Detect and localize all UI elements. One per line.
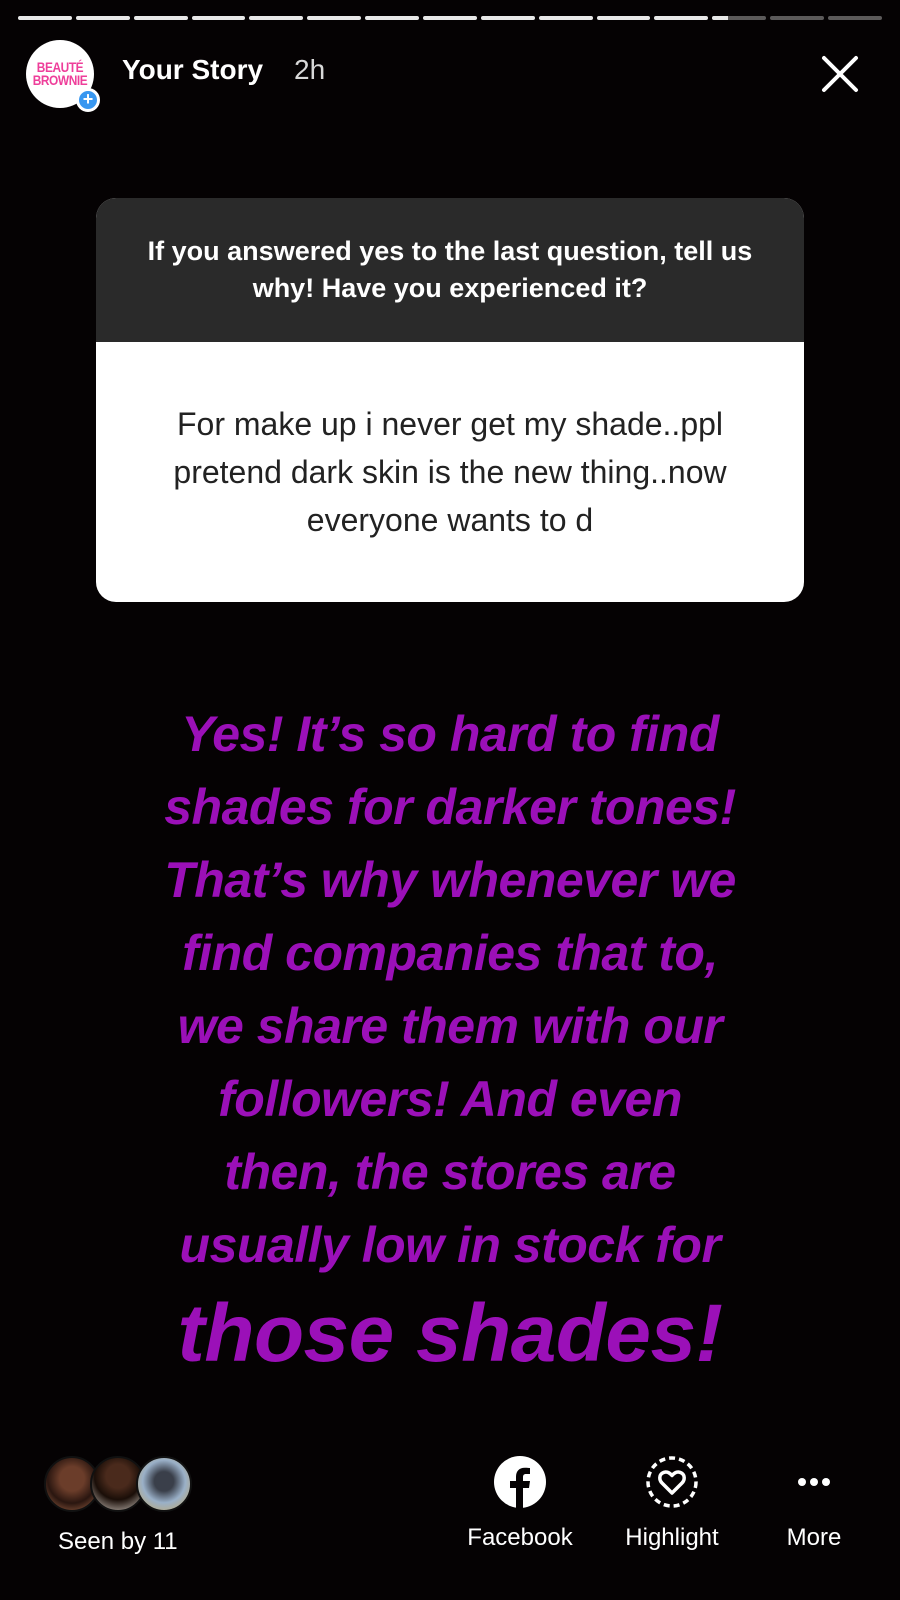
story-footer: Seen by 11 Facebook Highlight More	[0, 1450, 900, 1570]
reply-line: followers! And even	[218, 1071, 682, 1127]
progress-segment-fill	[75, 16, 130, 20]
progress-segment-fill	[480, 16, 535, 20]
progress-segment	[133, 16, 188, 20]
question-response-card: If you answered yes to the last question…	[96, 198, 804, 602]
facebook-label: Facebook	[467, 1524, 573, 1551]
add-story-icon[interactable]: +	[76, 88, 100, 112]
reply-line: we share them with our	[177, 998, 723, 1054]
facebook-icon	[494, 1456, 546, 1508]
facebook-share-button[interactable]: Facebook	[450, 1450, 590, 1552]
close-icon	[822, 56, 858, 92]
progress-segment	[307, 16, 362, 20]
progress-segment	[596, 16, 651, 20]
progress-segment-fill	[133, 16, 188, 20]
story-progress-bar	[18, 16, 882, 20]
progress-segment-fill	[712, 16, 729, 20]
avatar-logo-text: BEAUTÉ BROWNIE	[32, 59, 88, 88]
viewers-list[interactable]	[44, 1456, 204, 1516]
progress-segment-fill	[423, 16, 477, 20]
reply-line: then, the stores are	[224, 1144, 676, 1200]
progress-segment-fill	[18, 16, 72, 20]
more-dots-icon	[798, 1478, 830, 1486]
highlight-label: Highlight	[625, 1524, 719, 1551]
story-title[interactable]: Your Story	[122, 54, 263, 86]
progress-segment-fill	[654, 16, 709, 20]
progress-segment	[191, 16, 246, 20]
progress-segment	[480, 16, 535, 20]
close-button[interactable]	[820, 54, 860, 94]
progress-segment	[249, 16, 304, 20]
story-header: BEAUTÉ BROWNIE + Your Story 2h	[26, 40, 880, 112]
more-button[interactable]: More	[744, 1450, 884, 1552]
progress-segment	[538, 16, 593, 20]
progress-segment-fill	[249, 16, 304, 20]
question-prompt: If you answered yes to the last question…	[96, 198, 804, 342]
reply-line: That’s why whenever we	[164, 852, 736, 908]
seen-by-count[interactable]: Seen by 11	[58, 1528, 178, 1556]
viewer-avatar[interactable]	[136, 1456, 192, 1512]
highlight-button[interactable]: Highlight	[602, 1450, 742, 1552]
progress-segment	[712, 16, 767, 20]
progress-segment	[365, 16, 420, 20]
reply-line: usually low in stock for	[179, 1217, 721, 1273]
reply-last-line: those shades!	[177, 1288, 723, 1379]
progress-segment-fill	[191, 16, 246, 20]
reply-line: shades for darker tones!	[164, 779, 736, 835]
progress-segment-fill	[307, 16, 362, 20]
progress-segment	[75, 16, 130, 20]
question-answer: For make up i never get my shade..ppl pr…	[173, 406, 727, 538]
reply-line: find companies that to,	[182, 925, 718, 981]
progress-segment	[423, 16, 477, 20]
reply-text: Yes! It’s so hard to find shades for dar…	[110, 698, 790, 1384]
progress-segment	[828, 16, 882, 20]
progress-segment-fill	[365, 16, 420, 20]
progress-segment-fill	[538, 16, 593, 20]
avatar[interactable]: BEAUTÉ BROWNIE +	[26, 40, 100, 112]
story-time: 2h	[294, 54, 326, 85]
reply-line: Yes! It’s so hard to find	[181, 706, 719, 762]
progress-segment	[18, 16, 72, 20]
progress-segment-fill	[596, 16, 651, 20]
progress-segment	[770, 16, 825, 20]
highlight-heart-icon	[646, 1456, 698, 1508]
more-label: More	[786, 1524, 842, 1551]
progress-segment	[654, 16, 709, 20]
